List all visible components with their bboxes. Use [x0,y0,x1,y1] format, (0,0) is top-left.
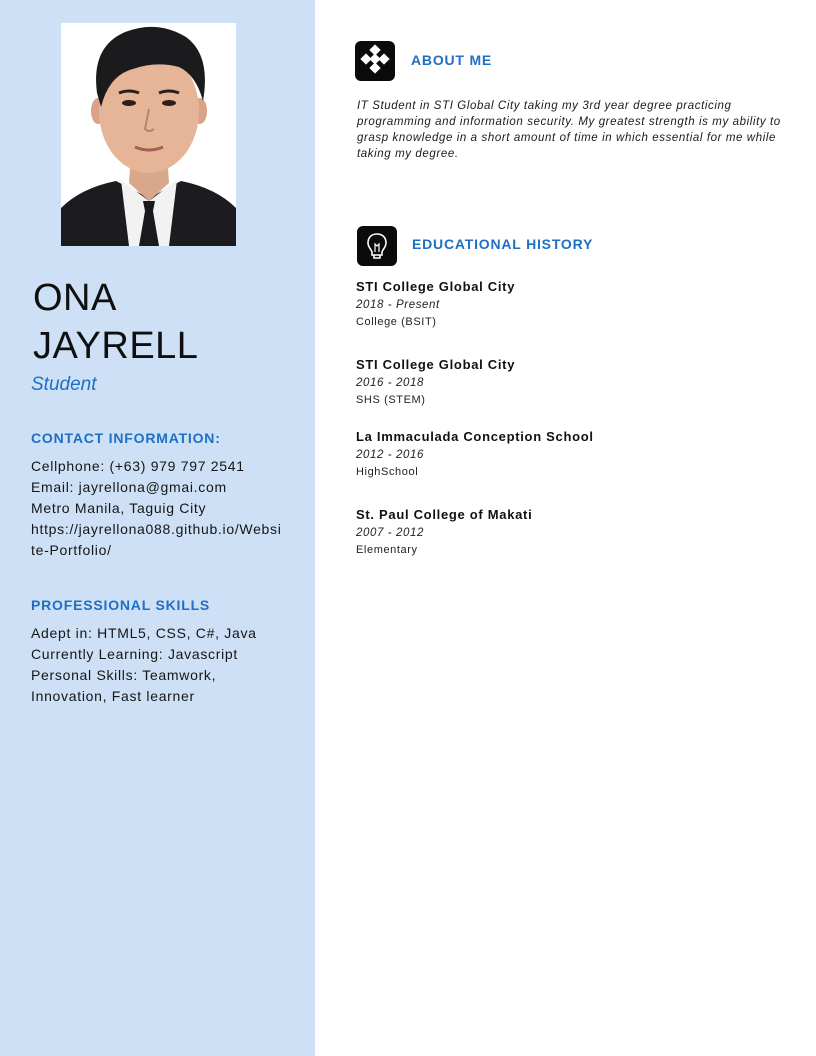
first-name: ONA [33,277,117,319]
portrait-image [61,23,236,246]
sidebar: ONA JAYRELL Student CONTACT INFORMATION:… [0,0,315,1056]
diamond-dots-icon [355,41,395,81]
lightbulb-icon [357,226,397,266]
contact-location: Metro Manila, Taguig City [31,500,207,516]
job-title: Student [31,374,97,395]
last-name: JAYRELL [33,325,199,367]
education-entry: La Immaculada Conception School 2012 - 2… [356,429,594,479]
contact-website[interactable]: https://jayrellona088.github.io/Website-… [31,519,286,561]
contact-heading: CONTACT INFORMATION: [31,430,221,446]
full-name: ONA JAYRELL [33,274,198,370]
school-level: College (BSIT) [356,316,437,328]
school-name: La Immaculada Conception School [356,429,594,444]
skill-learning: Currently Learning: Javascript [31,646,238,662]
about-text: IT Student in STI Global City taking my … [357,100,781,160]
school-level: SHS (STEM) [356,394,426,406]
school-level: HighSchool [356,466,419,478]
skill-personal: Personal Skills: Teamwork, Innovation, F… [31,667,217,704]
school-years: 2016 - 2018 [356,377,424,389]
school-name: STI College Global City [356,279,516,294]
education-entry: STI College Global City 2018 - Present C… [356,279,515,329]
education-entry: STI College Global City 2016 - 2018 SHS … [356,357,515,407]
skills-list: Adept in: HTML5, CSS, C#, Java Currently… [31,623,271,707]
education-title: EDUCATIONAL HISTORY [412,236,594,252]
school-name: St. Paul College of Makati [356,507,533,522]
contact-phone: Cellphone: (+63) 979 797 2541 [31,458,245,474]
contact-email: Email: jayrellona@gmai.com [31,479,227,495]
skill-adept: Adept in: HTML5, CSS, C#, Java [31,625,257,641]
school-years: 2018 - Present [356,299,440,311]
school-years: 2012 - 2016 [356,449,424,461]
skills-heading: PROFESSIONAL SKILLS [31,597,211,613]
about-title: ABOUT ME [411,52,493,68]
school-level: Elementary [356,544,418,556]
school-name: STI College Global City [356,357,516,372]
school-years: 2007 - 2012 [356,527,424,539]
contact-list: Cellphone: (+63) 979 797 2541 Email: jay… [31,456,286,561]
profile-photo [61,23,236,246]
education-entry: St. Paul College of Makati 2007 - 2012 E… [356,507,532,557]
